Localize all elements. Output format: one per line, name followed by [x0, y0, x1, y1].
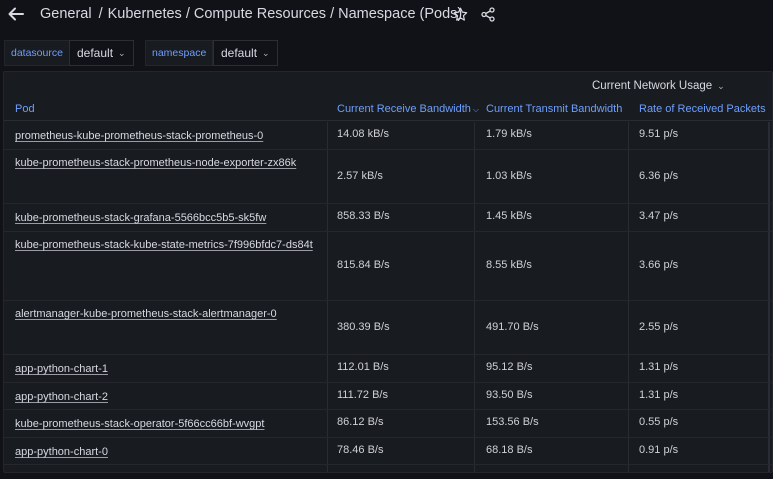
pod-link[interactable]: kube-prometheus-stack-operator-5f66cc66b…	[15, 416, 315, 433]
namespace-value: default	[221, 46, 258, 60]
receive-bandwidth-value: 111.72 B/s	[337, 389, 388, 401]
pod-link[interactable]: prometheus-kube-prometheus-stack-prometh…	[15, 128, 315, 145]
table-row: kube-prometheus-stack-operator-5f66cc66b…	[4, 410, 772, 438]
receive-bandwidth-value: 14.08 kB/s	[337, 128, 389, 140]
table-row: prometheus-kube-prometheus-stack-prometh…	[4, 122, 772, 150]
column-header-rate[interactable]: Rate of Received Packets	[639, 103, 766, 115]
receive-bandwidth-value: 380.39 B/s	[337, 321, 390, 333]
column-header-transmit[interactable]: Current Transmit Bandwidth	[486, 103, 622, 115]
chevron-down-icon: ⌄	[717, 81, 725, 91]
table-row: app-python-chart-2 111.72 B/s 93.50 B/s 1.3…	[4, 383, 772, 410]
table-row: app-python-chart-0 78.46 B/s 68.18 B/s 0.91…	[4, 438, 772, 465]
panel-title[interactable]: Current Network Usage ⌄	[592, 80, 725, 92]
datasource-select[interactable]: default ⌄	[69, 40, 134, 66]
pod-link[interactable]: app-python-chart-1	[15, 361, 315, 378]
table-row: app-python-chart-1 112.01 B/s 95.12 B/s 1.3…	[4, 355, 772, 383]
column-header-receive-label: Current Receive Bandwidth	[337, 103, 471, 115]
received-packets-rate-value: 0.91 p/s	[639, 444, 679, 456]
receive-bandwidth-value: 815.84 B/s	[337, 259, 390, 271]
variable-label-datasource: datasource	[4, 40, 70, 66]
breadcrumb: General / Kubernetes / Compute Resources…	[40, 6, 462, 22]
received-packets-rate-value: 3.66 p/s	[639, 259, 679, 271]
sort-descending-icon: ⌵	[472, 105, 479, 114]
receive-bandwidth-value: 112.01 B/s	[337, 361, 389, 373]
column-header-pod[interactable]: Pod	[15, 103, 35, 115]
receive-bandwidth-value: 78.46 B/s	[337, 444, 384, 456]
table-row: kube-prometheus-stack-grafana-5566bcc5b5…	[4, 204, 772, 232]
pod-link[interactable]: app-python-chart-2	[15, 389, 315, 406]
received-packets-rate-value: 3.47 p/s	[639, 210, 679, 222]
received-packets-rate-value: 1.31 p/s	[639, 389, 679, 401]
transmit-bandwidth-value: 68.18 B/s	[486, 444, 533, 456]
variable-label-namespace: namespace	[145, 40, 214, 66]
pod-link[interactable]: kube-prometheus-stack-kube-state-metrics…	[15, 237, 315, 254]
receive-bandwidth-value: 2.57 kB/s	[337, 170, 383, 182]
dashboard-header: General / Kubernetes / Compute Resources…	[0, 0, 773, 30]
chevron-down-icon: ⌄	[262, 47, 270, 58]
table-row: alertmanager-kube-prometheus-stack-alert…	[4, 301, 772, 355]
received-packets-rate-value: 1.31 p/s	[639, 361, 679, 373]
star-icon[interactable]	[453, 7, 468, 22]
transmit-bandwidth-value: 95.12 B/s	[486, 361, 533, 373]
transmit-bandwidth-value: 93.50 B/s	[486, 389, 533, 401]
table-header: Pod Current Receive Bandwidth ⌵ Current T…	[4, 98, 772, 121]
received-packets-rate-value: 0.55 p/s	[639, 416, 679, 428]
received-packets-rate-value: 2.55 p/s	[639, 321, 679, 333]
share-icon[interactable]	[481, 7, 495, 22]
dashboard-title[interactable]: Kubernetes / Compute Resources / Namespa…	[108, 6, 463, 22]
column-header-receive[interactable]: Current Receive Bandwidth ⌵	[337, 103, 479, 115]
transmit-bandwidth-value: 1.79 kB/s	[486, 128, 532, 140]
chevron-down-icon: ⌄	[118, 47, 126, 58]
namespace-select[interactable]: default ⌄	[213, 40, 278, 66]
breadcrumb-separator: /	[98, 6, 103, 22]
receive-bandwidth-value: 86.12 B/s	[337, 416, 384, 428]
panel-title-text: Current Network Usage	[592, 80, 713, 92]
pod-link[interactable]: alertmanager-kube-prometheus-stack-alert…	[15, 306, 315, 323]
transmit-bandwidth-value: 1.03 kB/s	[486, 170, 532, 182]
received-packets-rate-value: 9.51 p/s	[639, 128, 679, 140]
transmit-bandwidth-value: 8.55 kB/s	[486, 259, 532, 271]
pod-link[interactable]: kube-prometheus-stack-prometheus-node-ex…	[15, 155, 315, 172]
network-usage-panel: Current Network Usage ⌄ Pod Current Recei…	[3, 71, 773, 473]
table-row: kube-prometheus-stack-prometheus-node-ex…	[4, 150, 772, 204]
transmit-bandwidth-value: 153.56 B/s	[486, 416, 539, 428]
receive-bandwidth-value: 858.33 B/s	[337, 210, 390, 222]
pod-link[interactable]: kube-prometheus-stack-grafana-5566bcc5b5…	[15, 210, 315, 227]
transmit-bandwidth-value: 1.45 kB/s	[486, 210, 532, 222]
transmit-bandwidth-value: 491.70 B/s	[486, 321, 539, 333]
datasource-value: default	[77, 46, 114, 60]
pod-link[interactable]: app-python-chart-0	[15, 444, 315, 461]
table-row: kube-prometheus-stack-kube-state-metrics…	[4, 232, 772, 301]
received-packets-rate-value: 6.36 p/s	[639, 170, 679, 182]
arrow-left-icon[interactable]	[7, 5, 25, 23]
breadcrumb-folder[interactable]: General	[40, 6, 92, 22]
